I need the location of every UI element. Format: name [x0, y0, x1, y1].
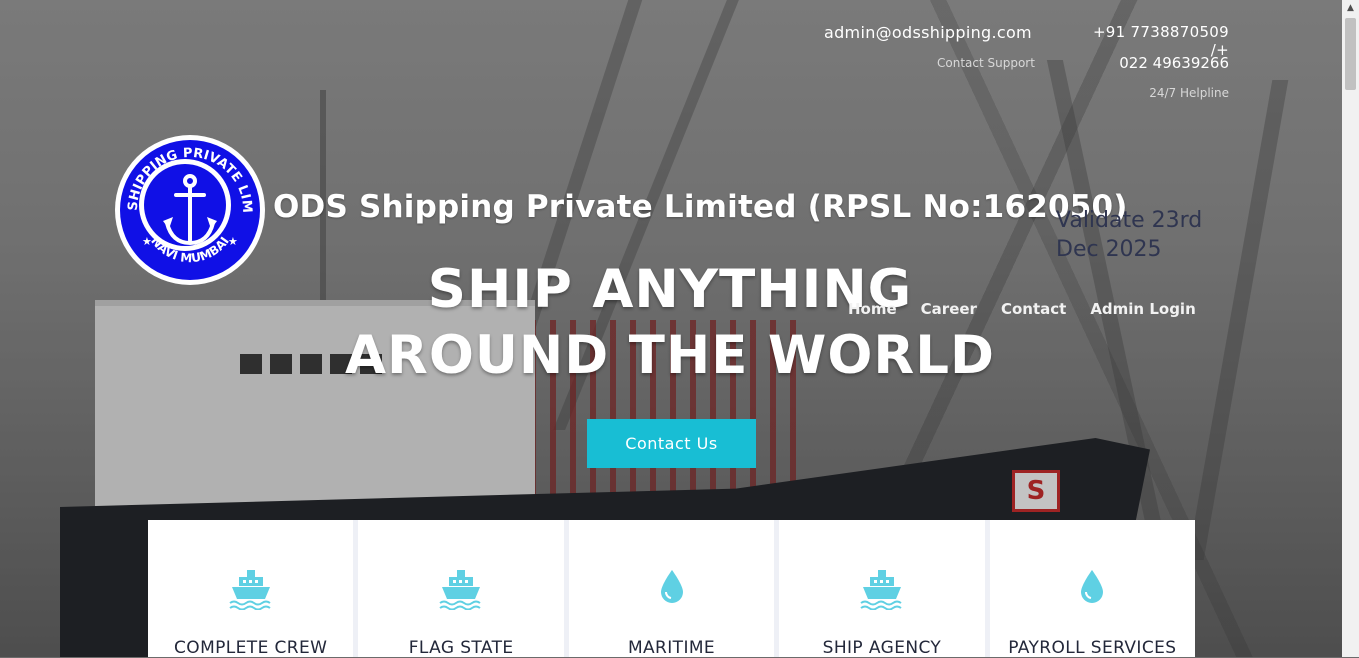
nav-home[interactable]: Home	[848, 300, 897, 318]
service-card[interactable]: COMPLETE CREW	[148, 520, 354, 658]
service-title: SHIP AGENCY	[822, 638, 942, 658]
service-title: COMPLETE CREW	[174, 638, 328, 658]
company-name[interactable]: ODS Shipping Private Limited (RPSL No:16…	[273, 189, 1128, 225]
ship-icon	[229, 570, 271, 610]
svg-text:ODS SHIPPING PRIVATE LIMITED: ODS SHIPPING PRIVATE LIMITED	[115, 135, 254, 213]
service-card[interactable]: SHIP AGENCY	[779, 520, 985, 658]
service-title: PAYROLL SERVICES	[1008, 638, 1177, 658]
validity-note: Validate 23rd Dec 2025	[1056, 208, 1203, 262]
ship-icon	[860, 570, 902, 610]
anchor-icon: ODS SHIPPING PRIVATE LIMITED NAVI MUMBAI…	[115, 135, 254, 265]
company-logo[interactable]: ODS SHIPPING PRIVATE LIMITED NAVI MUMBAI…	[115, 135, 265, 285]
service-title: MARITIME	[627, 638, 716, 658]
svg-text:★: ★	[228, 235, 238, 248]
nav-contact[interactable]: Contact	[1001, 300, 1066, 318]
contact-phone-line2[interactable]: 022 49639266	[1082, 54, 1229, 72]
contact-phone-label: 24/7 Helpline	[1149, 86, 1229, 100]
scroll-thumb[interactable]	[1345, 18, 1356, 90]
services-row: COMPLETE CREW FLAG STATE MARITIME SHIP A…	[148, 520, 1196, 658]
hero-headline-line2: AROUND THE WORLD	[345, 325, 995, 386]
service-title: FLAG STATE	[408, 638, 514, 658]
contact-us-button[interactable]: Contact Us	[587, 419, 756, 468]
hero-headline: SHIP ANYTHING AROUND THE WORLD	[340, 257, 1000, 389]
main-nav: Home Career Contact Admin Login	[848, 300, 1196, 318]
service-card[interactable]: FLAG STATE	[358, 520, 564, 658]
ship-icon	[439, 570, 481, 610]
page-scrollbar[interactable]: ▲	[1342, 0, 1359, 657]
water-drop-icon	[1081, 570, 1104, 603]
contact-email-label: Contact Support	[937, 56, 1035, 70]
svg-text:★: ★	[142, 235, 152, 248]
nav-admin-login[interactable]: Admin Login	[1090, 300, 1195, 318]
nav-career[interactable]: Career	[921, 300, 977, 318]
water-drop-icon	[660, 570, 683, 603]
service-card[interactable]: MARITIME	[568, 520, 775, 658]
scroll-up-arrow-icon[interactable]: ▲	[1342, 0, 1359, 17]
contact-email[interactable]: admin@odsshipping.com	[824, 23, 1032, 42]
service-card[interactable]: PAYROLL SERVICES	[989, 520, 1196, 658]
